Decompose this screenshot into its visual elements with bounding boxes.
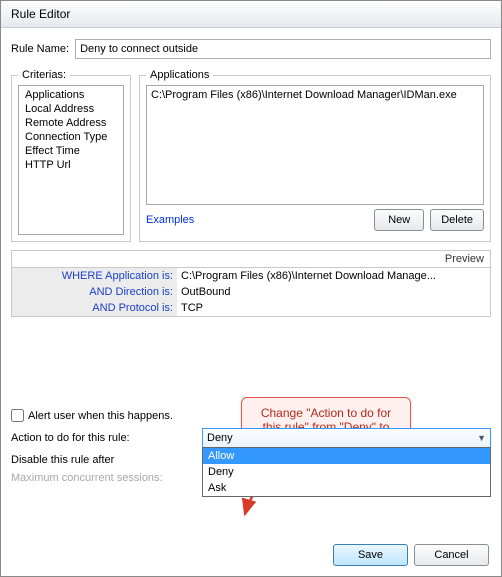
alert-checkbox[interactable] [11, 409, 24, 422]
preview-heading: Preview [11, 250, 491, 267]
rule-name-input[interactable] [75, 39, 491, 59]
criterias-listbox[interactable]: Applications Local Address Remote Addres… [18, 85, 124, 235]
action-selected: Deny [207, 432, 233, 444]
criteria-item[interactable]: Remote Address [21, 116, 121, 130]
action-option-deny[interactable]: Deny [203, 464, 490, 480]
criterias-group: Criterias: Applications Local Address Re… [11, 69, 131, 242]
preview-value: OutBound [177, 284, 490, 300]
content: Rule Name: Criterias: Applications Local… [1, 27, 501, 576]
chevron-down-icon: ▼ [477, 433, 486, 443]
new-button[interactable]: New [374, 209, 424, 231]
max-sessions-label: Maximum concurrent sessions: [11, 472, 196, 484]
window: Rule Editor Rule Name: Criterias: Applic… [0, 0, 502, 577]
disable-after-label: Disable this rule after [11, 454, 196, 466]
delete-button[interactable]: Delete [430, 209, 484, 231]
criteria-item[interactable]: HTTP Url [21, 158, 121, 172]
preview-key: WHERE Application is: [12, 268, 177, 284]
criterias-legend: Criterias: [18, 69, 70, 81]
save-button[interactable]: Save [333, 544, 408, 566]
criteria-item[interactable]: Local Address [21, 102, 121, 116]
preview-body: WHERE Application is: C:\Program Files (… [11, 267, 491, 317]
action-dropdown-list[interactable]: Allow Deny Ask [202, 447, 491, 497]
titlebar: Rule Editor [1, 1, 501, 28]
applications-textarea[interactable]: C:\Program Files (x86)\Internet Download… [146, 85, 484, 205]
action-option-ask[interactable]: Ask [203, 480, 490, 496]
criteria-item[interactable]: Effect Time [21, 144, 121, 158]
cancel-button[interactable]: Cancel [414, 544, 489, 566]
action-label: Action to do for this rule: [11, 432, 196, 444]
action-option-allow[interactable]: Allow [203, 448, 490, 464]
applications-group: Applications C:\Program Files (x86)\Inte… [139, 69, 491, 242]
criteria-item[interactable]: Applications [21, 88, 121, 102]
preview-key: AND Direction is: [12, 284, 177, 300]
preview-key: AND Protocol is: [12, 300, 177, 316]
action-dropdown[interactable]: Deny ▼ [202, 428, 491, 448]
preview-value: TCP [177, 300, 490, 316]
applications-legend: Applications [146, 69, 213, 81]
alert-label: Alert user when this happens. [28, 410, 173, 422]
rule-name-label: Rule Name: [11, 43, 69, 55]
criteria-item[interactable]: Connection Type [21, 130, 121, 144]
window-title: Rule Editor [11, 7, 70, 21]
examples-link[interactable]: Examples [146, 214, 194, 226]
preview-value: C:\Program Files (x86)\Internet Download… [177, 268, 490, 284]
